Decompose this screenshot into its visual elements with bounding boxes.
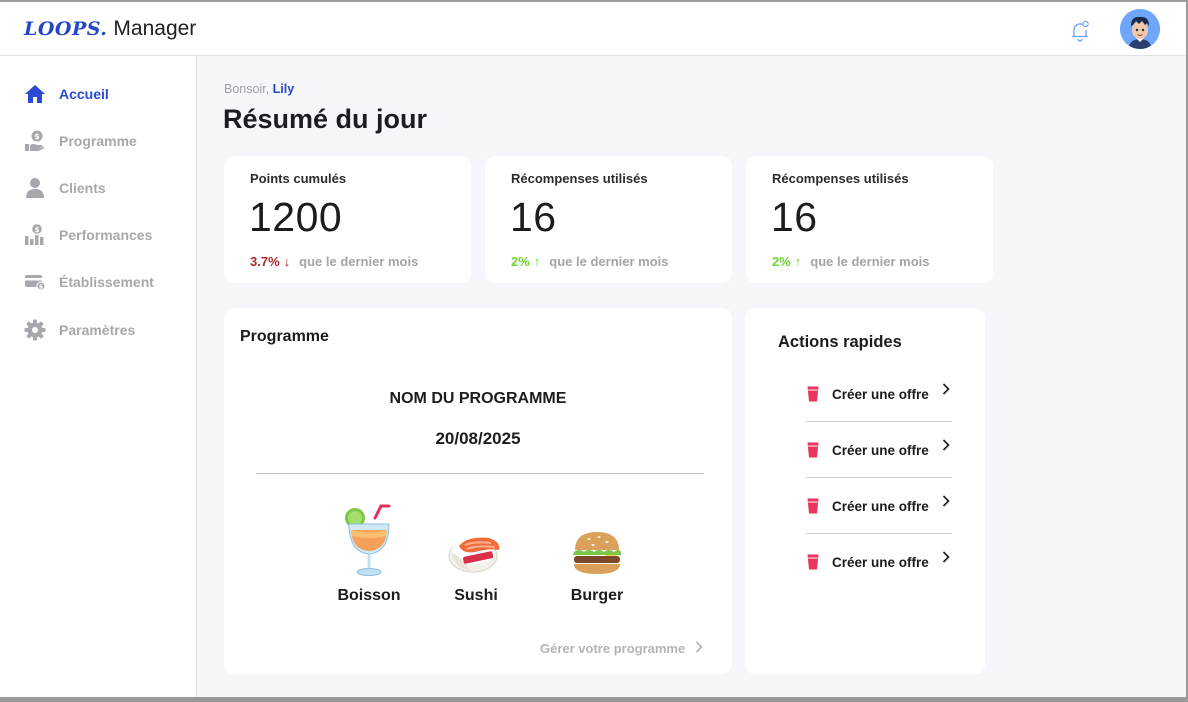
quick-actions-card: Actions rapides Créer une offre Créer un… [745, 308, 985, 674]
greeting: Bonsoir, Lily [224, 82, 294, 96]
reward-label: Boisson [337, 587, 401, 604]
arrow-up-icon: ↑ [794, 254, 802, 269]
bar-chart-icon: $ [22, 222, 48, 248]
chevron-right-icon [942, 550, 950, 567]
home-icon [22, 81, 48, 107]
stat-compare: que le dernier mois [810, 254, 930, 269]
stat-title: Récompenses utilisés [772, 171, 909, 186]
stat-title: Récompenses utilisés [511, 171, 648, 186]
stat-card-rewards-2: Récompenses utilisés 16 2% ↑ que le dern… [746, 156, 993, 283]
top-header: LOOPS. Manager [0, 2, 1186, 56]
user-avatar[interactable] [1120, 9, 1160, 49]
chevron-right-icon [942, 382, 950, 399]
sidebar-item-label: Paramètres [59, 322, 136, 338]
stat-change: 3.7% [250, 254, 280, 269]
cup-icon [807, 386, 819, 402]
sidebar-item-etablissement[interactable]: $ Établissement [22, 269, 192, 295]
reward-sushi[interactable]: Sushi [421, 500, 531, 605]
stat-value: 16 [771, 194, 818, 240]
arrow-down-icon: ↓ [283, 254, 291, 269]
gear-icon [22, 317, 48, 343]
programme-name: NOM DU PROGRAMME [389, 390, 567, 407]
stat-compare: que le dernier mois [299, 254, 419, 269]
app-logo[interactable]: LOOPS. Manager [24, 17, 196, 43]
manage-programme-link[interactable]: Gérer votre programme [540, 640, 703, 656]
hand-coin-icon: $ [22, 128, 48, 154]
reward-label: Sushi [454, 587, 498, 604]
stat-footer: 2% ↑ que le dernier mois [511, 254, 669, 269]
stat-title: Points cumulés [250, 171, 347, 186]
quick-action-create-offer[interactable]: Créer une offre [806, 422, 952, 478]
stat-value: 16 [510, 194, 557, 240]
stat-footer: 3.7% ↓ que le dernier mois [250, 254, 418, 269]
programme-heading: Programme [240, 328, 329, 345]
greeting-prefix: Bonsoir, [224, 82, 273, 96]
manage-programme-label: Gérer votre programme [540, 640, 686, 656]
user-name: Lily [272, 82, 295, 96]
page-title: Résumé du jour [223, 104, 428, 134]
arrow-up-icon: ↑ [533, 254, 541, 269]
chevron-right-icon [942, 494, 950, 511]
quick-action-label: Créer une offre [832, 386, 929, 402]
quick-action-create-offer[interactable]: Créer une offre [806, 534, 952, 590]
programme-card: Programme NOM DU PROGRAMME 20/08/2025 Bo… [224, 308, 732, 674]
quick-action-label: Créer une offre [832, 498, 929, 514]
cup-icon [807, 442, 819, 458]
cup-icon [807, 554, 819, 570]
reward-label: Burger [570, 587, 624, 604]
cocktail-icon [314, 500, 424, 578]
user-icon [22, 175, 48, 201]
sidebar-item-programme[interactable]: $ Programme [22, 128, 192, 154]
sidebar: Accueil $ Programme Clients $ Performanc… [0, 56, 197, 697]
stat-compare: que le dernier mois [549, 254, 669, 269]
stat-change: 2% [772, 254, 791, 269]
sidebar-item-accueil[interactable]: Accueil [22, 81, 192, 107]
chevron-right-icon [695, 640, 703, 656]
quick-action-create-offer[interactable]: Créer une offre [806, 478, 952, 534]
svg-text:$: $ [35, 226, 40, 234]
stat-value: 1200 [249, 194, 343, 240]
sidebar-item-label: Accueil [59, 86, 109, 102]
quick-action-label: Créer une offre [832, 442, 929, 458]
programme-date: 20/08/2025 [435, 429, 521, 448]
quick-action-create-offer[interactable]: Créer une offre [806, 366, 952, 422]
stat-card-points: Points cumulés 1200 3.7% ↓ que le dernie… [224, 156, 471, 283]
card-icon: $ [22, 269, 48, 295]
notification-bell-icon[interactable] [1070, 20, 1090, 42]
sidebar-item-label: Établissement [59, 274, 154, 290]
sidebar-item-label: Performances [59, 227, 153, 243]
reward-boisson[interactable]: Boisson [314, 500, 424, 605]
reward-burger[interactable]: Burger [542, 500, 652, 605]
cup-icon [807, 498, 819, 514]
sidebar-item-label: Programme [59, 133, 137, 149]
app-window: LOOPS. Manager Accueil $ Programme Clien… [0, 2, 1186, 697]
stat-change: 2% [511, 254, 530, 269]
logo-brand: LOOPS. [24, 18, 108, 40]
svg-text:$: $ [39, 284, 43, 291]
chevron-right-icon [942, 438, 950, 455]
logo-suffix: Manager [113, 17, 197, 40]
stat-card-rewards: Récompenses utilisés 16 2% ↑ que le dern… [485, 156, 732, 283]
sushi-icon [421, 500, 531, 578]
sidebar-item-parametres[interactable]: Paramètres [22, 317, 192, 343]
svg-text:$: $ [34, 132, 40, 141]
quick-actions-heading: Actions rapides [778, 333, 902, 351]
burger-icon [542, 500, 652, 578]
divider [256, 473, 704, 474]
sidebar-item-performances[interactable]: $ Performances [22, 222, 192, 248]
sidebar-item-label: Clients [59, 180, 106, 196]
quick-action-label: Créer une offre [832, 554, 929, 570]
sidebar-item-clients[interactable]: Clients [22, 175, 192, 201]
stat-footer: 2% ↑ que le dernier mois [772, 254, 930, 269]
